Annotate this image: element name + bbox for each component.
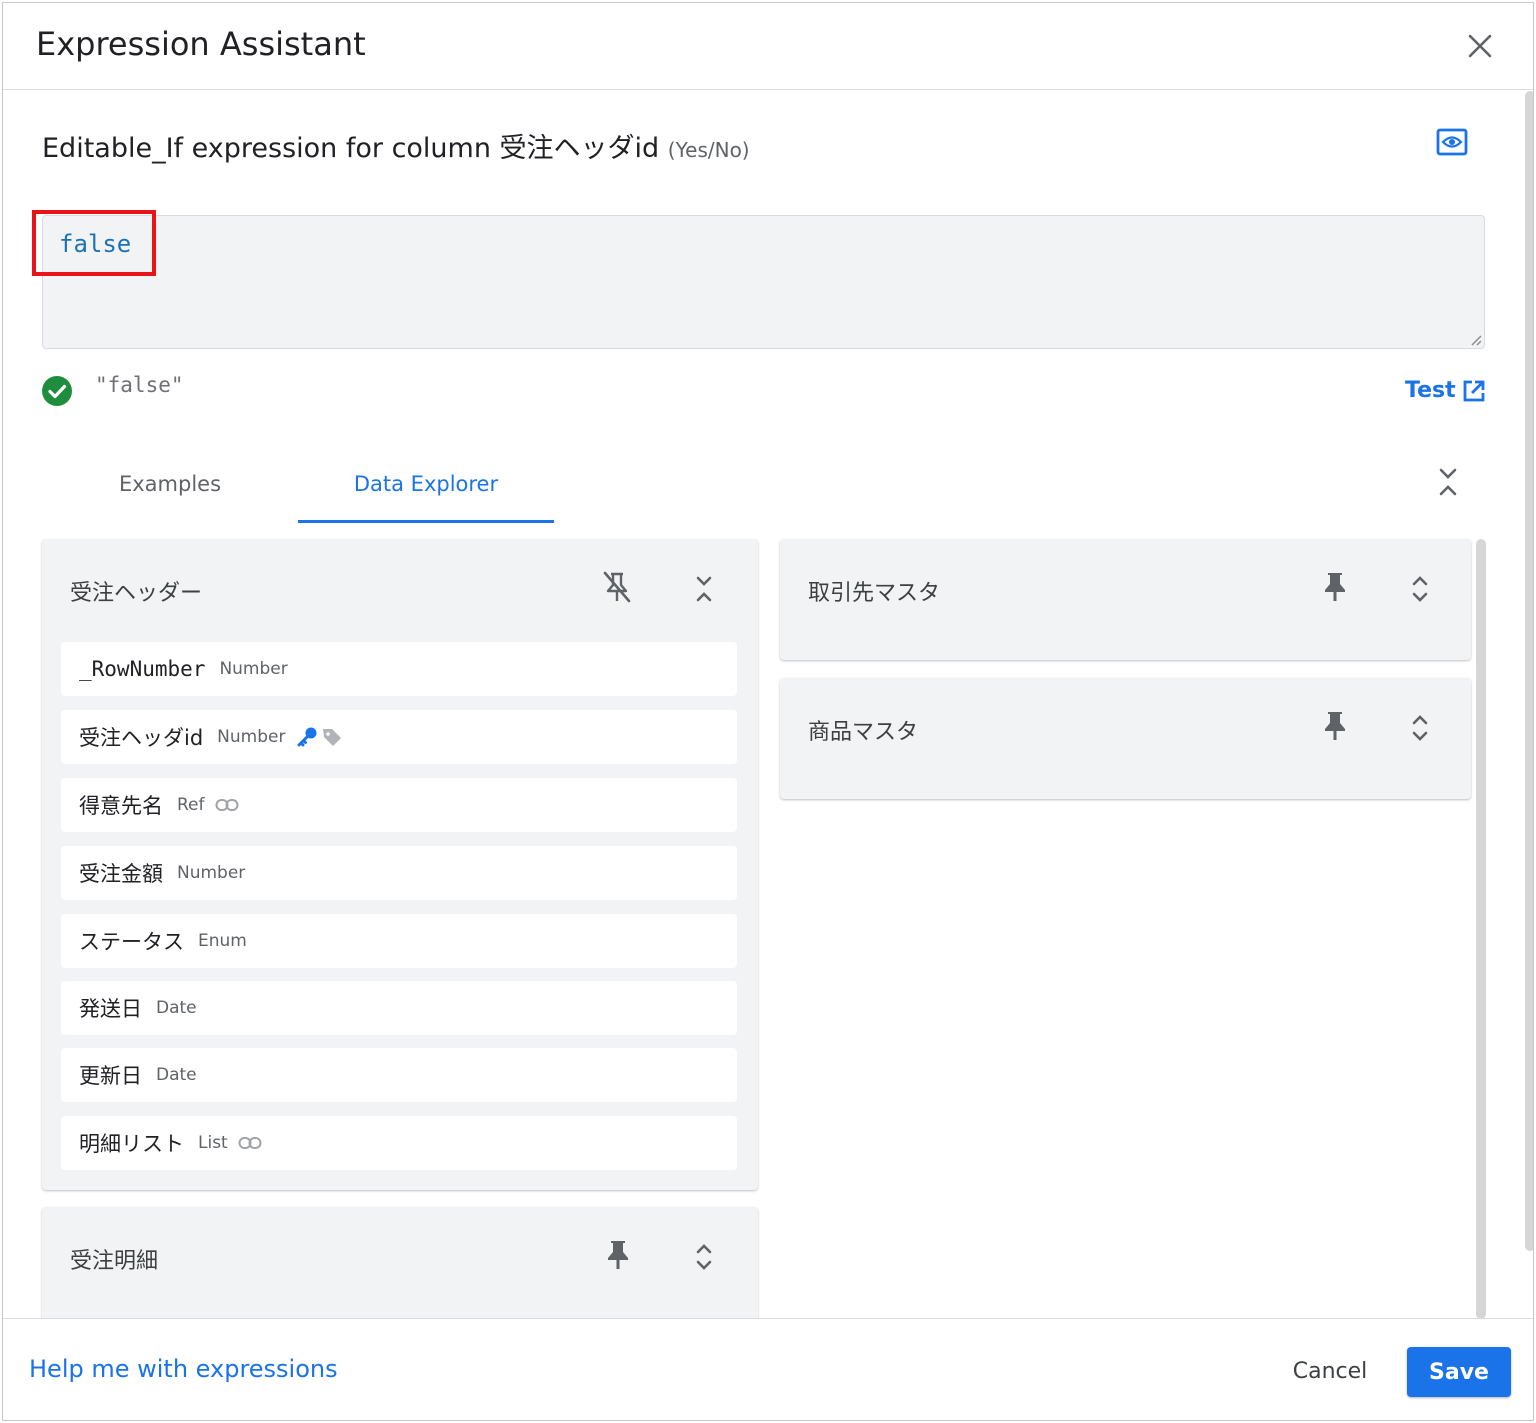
column-name: 明細リスト bbox=[79, 1132, 184, 1156]
pin-button[interactable] bbox=[1315, 567, 1355, 607]
expand-table-button[interactable] bbox=[684, 1237, 724, 1277]
check-circle-icon bbox=[42, 376, 72, 406]
eye-icon bbox=[1436, 128, 1468, 156]
column-name: 更新日 bbox=[79, 1064, 142, 1088]
table-card-customer: 取引先マスタ bbox=[780, 539, 1471, 660]
close-button[interactable] bbox=[1463, 29, 1497, 63]
column-item[interactable]: 受注金額 Number bbox=[61, 846, 737, 900]
column-type: Date bbox=[156, 998, 197, 1018]
active-tab-indicator bbox=[298, 520, 554, 523]
expression-heading: Editable_If expression for column 受注ヘッダi… bbox=[42, 126, 750, 165]
column-item[interactable]: _RowNumber Number bbox=[61, 642, 737, 696]
column-name: 受注金額 bbox=[79, 862, 163, 886]
table-card-title: 受注ヘッダー bbox=[70, 581, 203, 606]
tab-examples[interactable]: Examples bbox=[42, 445, 298, 523]
column-name: 発送日 bbox=[79, 997, 142, 1021]
save-button[interactable]: Save bbox=[1407, 1347, 1511, 1397]
open-in-new-icon bbox=[1463, 380, 1485, 401]
tab-examples-label: Examples bbox=[118, 472, 222, 496]
column-type: Ref bbox=[177, 795, 205, 815]
link-icon bbox=[215, 798, 239, 812]
table-card-title: 取引先マスタ bbox=[808, 581, 941, 606]
expand-icon bbox=[696, 1244, 712, 1270]
dialog-header: Expression Assistant bbox=[3, 3, 1533, 90]
column-name: ステータス bbox=[79, 930, 184, 954]
expression-editor[interactable]: false bbox=[42, 215, 1485, 349]
cancel-button[interactable]: Cancel bbox=[1275, 1347, 1385, 1395]
dialog-title: Expression Assistant bbox=[36, 25, 366, 63]
expand-icon bbox=[1412, 715, 1428, 741]
label-icon bbox=[321, 726, 343, 748]
pin-icon bbox=[608, 1241, 628, 1269]
test-link-label: Test bbox=[1405, 378, 1456, 403]
column-name: _RowNumber bbox=[79, 657, 206, 681]
table-list-scrollbar[interactable] bbox=[1476, 539, 1486, 1318]
dialog-body: Editable_If expression for column 受注ヘッダi… bbox=[3, 90, 1533, 1318]
column-item[interactable]: 受注ヘッダid Number bbox=[61, 710, 737, 764]
column-item[interactable]: 発送日 Date bbox=[61, 981, 737, 1035]
expression-type-hint: (Yes/No) bbox=[667, 138, 750, 162]
collapse-icon bbox=[696, 576, 712, 602]
column-item[interactable]: 更新日 Date bbox=[61, 1048, 737, 1102]
expand-table-button[interactable] bbox=[1400, 708, 1440, 748]
explorer-tabs: Examples Data Explorer bbox=[42, 445, 562, 523]
close-icon bbox=[1468, 34, 1492, 58]
column-name: 得意先名 bbox=[79, 794, 163, 818]
pin-icon bbox=[1325, 712, 1345, 740]
collapse-all-icon bbox=[1439, 468, 1457, 496]
preview-button[interactable] bbox=[1436, 128, 1468, 156]
resize-grip-icon[interactable] bbox=[1468, 332, 1482, 346]
collapse-all-button[interactable] bbox=[1431, 462, 1465, 502]
unpin-button[interactable] bbox=[597, 567, 637, 607]
expression-assistant-dialog: Expression Assistant Editable_If express… bbox=[2, 2, 1534, 1421]
expression-heading-text: Editable_If expression for column 受注ヘッダi… bbox=[42, 133, 660, 164]
table-card-detail: 受注明細 bbox=[42, 1207, 758, 1318]
column-item[interactable]: 得意先名 Ref bbox=[61, 778, 737, 832]
expression-result: "false" bbox=[95, 373, 184, 397]
pin-off-icon bbox=[603, 571, 631, 603]
pin-button[interactable] bbox=[1315, 706, 1355, 746]
expression-code[interactable]: false bbox=[59, 230, 131, 258]
key-icon bbox=[295, 725, 319, 749]
link-icon bbox=[238, 1136, 262, 1150]
table-card-main: 受注ヘッダー _RowNumber Number 受注ヘッダid Number bbox=[42, 539, 758, 1190]
column-type: Date bbox=[156, 1065, 197, 1085]
column-item[interactable]: 明細リスト List bbox=[61, 1116, 737, 1170]
expand-icon bbox=[1412, 576, 1428, 602]
column-type: Enum bbox=[198, 931, 247, 951]
table-card-title: 受注明細 bbox=[70, 1249, 159, 1274]
column-item[interactable]: ステータス Enum bbox=[61, 914, 737, 968]
column-type: Number bbox=[217, 727, 286, 747]
tab-data-explorer-label: Data Explorer bbox=[353, 472, 499, 496]
dialog-footer: Help me with expressions Cancel Save bbox=[3, 1318, 1533, 1420]
column-type: Number bbox=[177, 863, 246, 883]
test-link[interactable]: Test bbox=[1405, 378, 1486, 403]
pin-icon bbox=[1325, 573, 1345, 601]
column-type: Number bbox=[219, 659, 288, 679]
help-link[interactable]: Help me with expressions bbox=[29, 1355, 338, 1383]
collapse-table-button[interactable] bbox=[684, 569, 724, 609]
pin-button[interactable] bbox=[598, 1235, 638, 1275]
dialog-scrollbar[interactable] bbox=[1525, 91, 1533, 1251]
tab-data-explorer[interactable]: Data Explorer bbox=[298, 445, 554, 523]
expand-table-button[interactable] bbox=[1400, 569, 1440, 609]
column-name: 受注ヘッダid bbox=[79, 726, 204, 750]
table-card-product: 商品マスタ bbox=[780, 678, 1471, 799]
table-card-title: 商品マスタ bbox=[808, 720, 919, 745]
column-type: List bbox=[198, 1133, 228, 1153]
